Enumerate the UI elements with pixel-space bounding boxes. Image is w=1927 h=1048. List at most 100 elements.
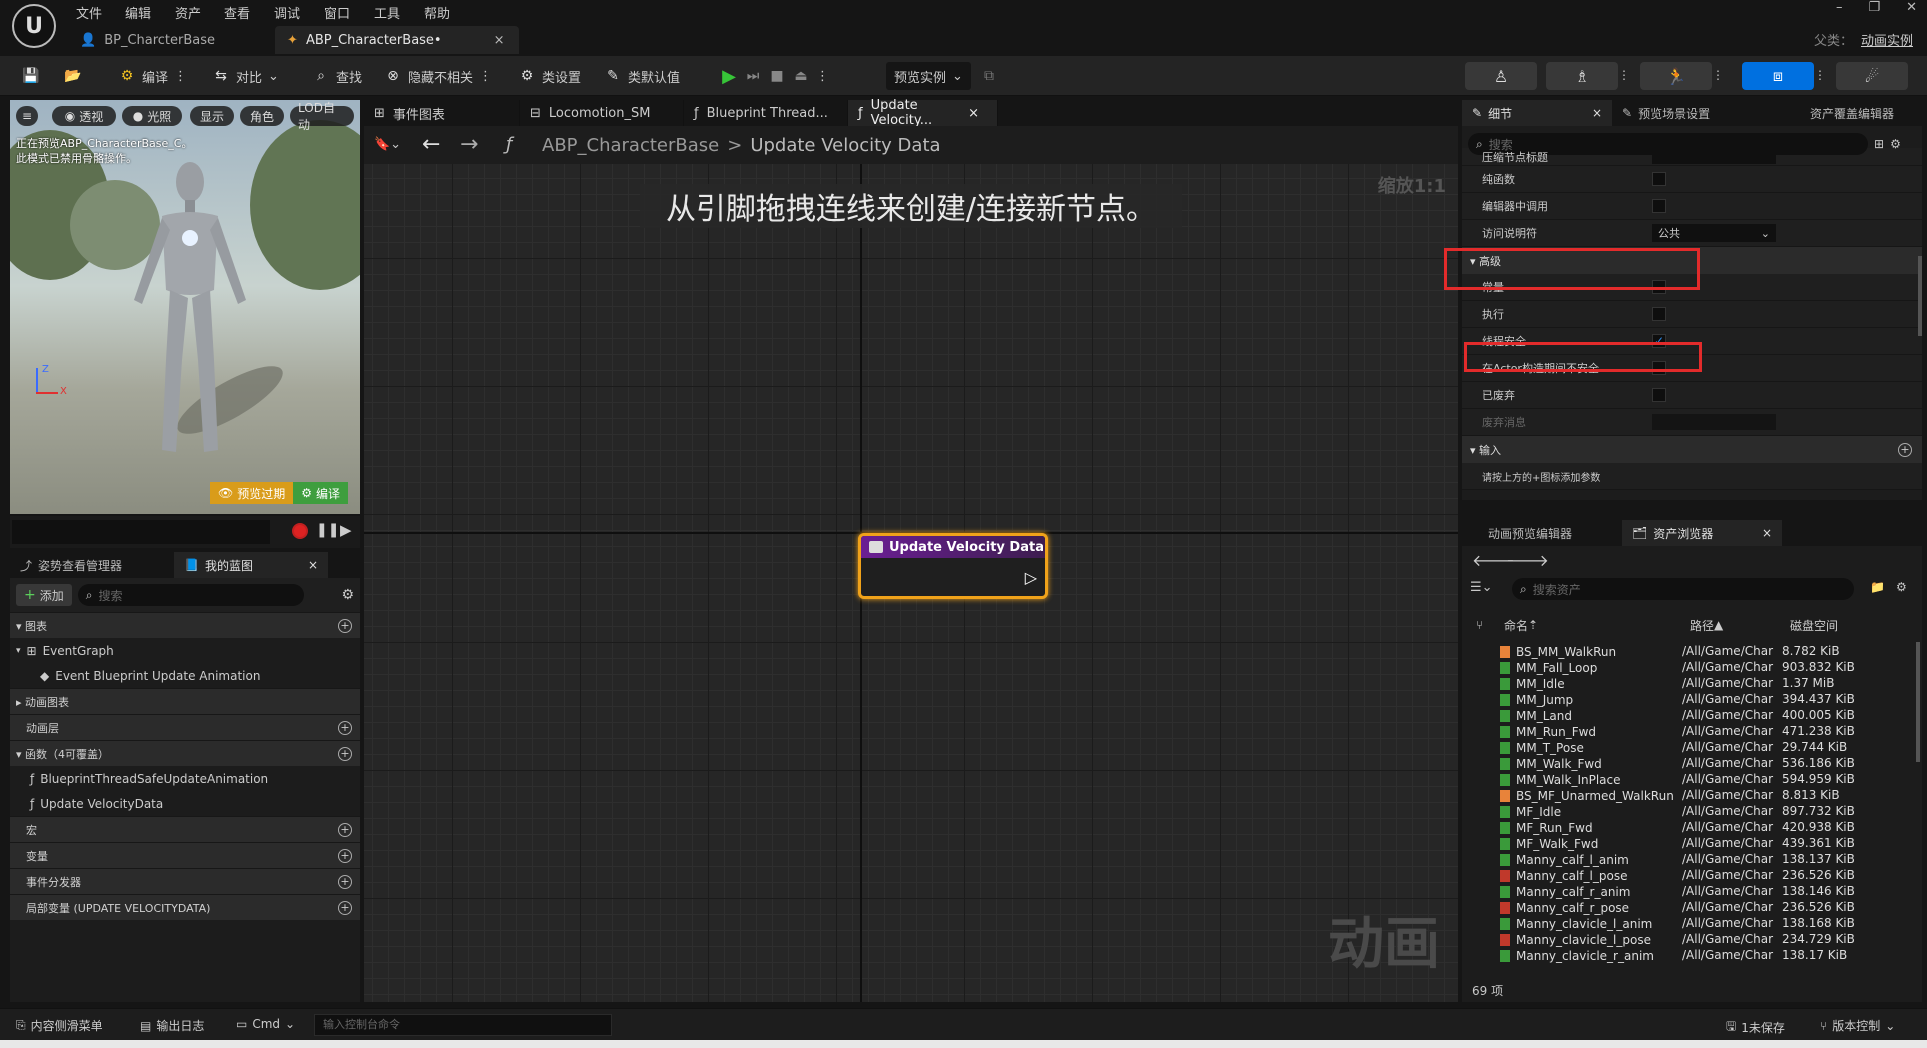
section-anim-graphs[interactable]: ▸ 动画图表 (10, 688, 360, 714)
menu-asset[interactable]: 资产 (175, 3, 201, 22)
close-tab-icon[interactable]: × (968, 106, 979, 121)
tree-item-eventgraph[interactable]: ▾ ⊞ EventGraph (10, 638, 360, 663)
add-input-icon[interactable]: + (1898, 442, 1912, 457)
doc-tab-abp-characterbase[interactable]: ✦ ABP_CharacterBase• × (275, 26, 519, 54)
section-macros[interactable]: 宏 + (10, 816, 360, 842)
mode-animation-button[interactable]: 🏃 (1640, 62, 1712, 90)
forward-arrow-icon[interactable]: → (460, 132, 478, 157)
more-icon[interactable]: ⋮ (1712, 68, 1724, 82)
close-tab-icon[interactable]: × (1592, 106, 1602, 120)
column-header-path[interactable]: 路径 ▲ (1690, 614, 1723, 636)
viewport-menu-button[interactable]: ≡ (16, 106, 38, 126)
function-entry-node[interactable]: Update Velocity Data ▷ (858, 533, 1048, 599)
exec-pin-icon[interactable]: ▷ (1025, 568, 1037, 587)
asset-row[interactable]: BS_MF_Unarmed_WalkRun/All/Game/Char 8.813… (1500, 788, 1882, 804)
tab-locomotion-sm[interactable]: ⊟ Locomotion_SM (520, 100, 684, 126)
menu-help[interactable]: 帮助 (424, 3, 450, 22)
add-dispatcher-icon[interactable]: + (338, 874, 352, 889)
pure-checkbox[interactable] (1652, 172, 1666, 186)
pause-icon[interactable]: ❚❚ (316, 522, 339, 538)
section-local-variables[interactable]: 局部变量 (UPDATE VELOCITYDATA) + (10, 894, 360, 920)
restore-button[interactable]: ❐ (1868, 0, 1880, 15)
deprecated-checkbox[interactable] (1652, 388, 1666, 402)
asset-row[interactable]: MF_Walk_Fwd/All/Game/Char 439.361 KiB (1500, 836, 1882, 852)
section-event-dispatchers[interactable]: 事件分发器 + (10, 868, 360, 894)
gear-icon[interactable]: ⚙ (1896, 580, 1907, 594)
section-variables[interactable]: 变量 + (10, 842, 360, 868)
preview-instance-dropdown[interactable]: 预览实例 ⌄ (886, 62, 971, 90)
asset-row[interactable]: Manny_calf_l_anim/All/Game/Char 138.137 K… (1500, 852, 1882, 868)
menu-tools[interactable]: 工具 (374, 3, 400, 22)
asset-row[interactable]: MM_Walk_InPlace/All/Game/Char 594.959 KiB (1500, 772, 1882, 788)
debug-filter-button[interactable]: ⧉ (980, 64, 998, 88)
parent-class-link[interactable]: 动画实例 (1861, 34, 1913, 49)
add-graph-icon[interactable]: + (338, 618, 352, 633)
deprecation-message-input[interactable] (1652, 414, 1776, 430)
tab-asset-browser[interactable]: 🗂 资产浏览器 × (1622, 520, 1782, 546)
asset-row[interactable]: MM_Land/All/Game/Char 400.005 KiB (1500, 708, 1882, 724)
record-icon[interactable] (292, 523, 308, 539)
tab-preview-scene-settings[interactable]: ✎ 预览场景设置 (1612, 100, 1772, 126)
asset-row[interactable]: MM_Idle/All/Game/Char 1.37 MiB (1500, 676, 1882, 692)
graph-canvas[interactable]: 缩放1:1 从引脚拖拽连线来创建/连接新节点。 Update Velocity … (364, 164, 1458, 1002)
asset-row[interactable]: MF_Run_Fwd/All/Game/Char 420.938 KiB (1500, 820, 1882, 836)
forward-arrow-icon[interactable]: 🡒 (1506, 550, 1549, 570)
close-window-button[interactable]: ✕ (1906, 0, 1917, 15)
close-tab-icon[interactable]: × (494, 33, 505, 48)
tree-item-event-bp-update[interactable]: ◆ Event Blueprint Update Animation (10, 663, 360, 688)
timeline-scrubber[interactable] (12, 520, 270, 544)
folder-icon[interactable]: 📁 (1870, 580, 1885, 594)
tree-item-function-threadsafe[interactable]: ƒ BlueprintThreadSafeUpdateAnimation (10, 766, 360, 791)
exec-checkbox[interactable] (1652, 307, 1666, 321)
lighting-button[interactable]: ● 光照 (122, 106, 182, 126)
output-log-button[interactable]: ▤ 输出日志 (140, 1017, 204, 1034)
play-icon[interactable]: ▶ (720, 66, 738, 87)
tab-details[interactable]: ✎ 细节 × (1462, 100, 1612, 126)
add-layer-icon[interactable]: + (338, 720, 352, 735)
cmd-dropdown[interactable]: ▭ Cmd ⌄ (236, 1017, 295, 1031)
minimize-button[interactable]: – (1836, 0, 1843, 15)
compile-button[interactable]: ⚙ 编译 ⋮ (118, 64, 187, 88)
section-functions[interactable]: ▾ 函数（4可覆盖） + (10, 740, 360, 766)
doc-tab-bp-characterbase[interactable]: 👤 BP_CharcterBase (68, 26, 229, 54)
browse-button[interactable]: 📂 (64, 64, 82, 88)
mode-mesh-button[interactable]: ♗ (1546, 62, 1618, 90)
unreal-logo-icon[interactable]: U (12, 4, 56, 48)
column-header-disk-size[interactable]: 磁盘空间 (1790, 614, 1838, 636)
mode-blueprint-button[interactable]: ⧈ (1742, 62, 1814, 90)
asset-row[interactable]: MM_Run_Fwd/All/Game/Char 471.238 KiB (1500, 724, 1882, 740)
asset-row[interactable]: Manny_calf_r_anim/All/Game/Char 138.146 K… (1500, 884, 1882, 900)
details-scrollbar[interactable] (1918, 256, 1922, 336)
asset-row[interactable]: MM_T_Pose/All/Game/Char 29.744 KiB (1500, 740, 1882, 756)
add-function-icon[interactable]: + (338, 746, 352, 761)
filter-icon[interactable]: ☰⌄ (1470, 580, 1493, 595)
add-button[interactable]: + 添加 (16, 584, 72, 606)
tab-asset-override-editor[interactable]: 资产覆盖编辑器 (1772, 100, 1922, 126)
console-command-input[interactable]: 输入控制台命令 (314, 1014, 612, 1036)
close-tab-icon[interactable]: × (308, 558, 318, 572)
breadcrumb-root[interactable]: ABP_CharacterBase (542, 135, 719, 156)
back-arrow-icon[interactable]: ← (422, 132, 440, 157)
gear-icon[interactable]: ⚙ (1890, 137, 1901, 151)
asset-row[interactable]: Manny_clavicle_l_pose/All/Game/Char 234.7… (1500, 932, 1882, 948)
menu-window[interactable]: 窗口 (324, 3, 350, 22)
more-icon[interactable]: ⋮ (1814, 68, 1826, 82)
mode-skeleton-button[interactable]: ♙ (1465, 62, 1537, 90)
diff-button[interactable]: ⇆ 对比 ⌄ (212, 64, 279, 88)
table-view-icon[interactable]: ⊞ (1874, 137, 1884, 151)
blueprint-search-input[interactable]: ⌕ 搜索 (77, 584, 304, 606)
section-anim-layers[interactable]: 动画层 + (10, 714, 360, 740)
more-icon[interactable]: ⋮ (1618, 68, 1630, 82)
compact-title-input[interactable] (1652, 149, 1776, 164)
menu-edit[interactable]: 编辑 (125, 3, 151, 22)
call-in-editor-checkbox[interactable] (1652, 199, 1666, 213)
character-button[interactable]: 角色 (240, 106, 284, 126)
asset-row[interactable]: MM_Fall_Loop/All/Game/Char 903.832 KiB (1500, 660, 1882, 676)
more-icon[interactable]: ⋮ (816, 69, 829, 84)
class-defaults-button[interactable]: ✎ 类默认值 (604, 64, 680, 88)
eject-icon[interactable]: ⏏ (792, 67, 810, 85)
more-icon[interactable]: ⋮ (479, 69, 492, 84)
save-button[interactable]: 💾 (22, 64, 40, 88)
show-button[interactable]: 显示 (190, 106, 234, 126)
more-icon[interactable]: ⋮ (174, 69, 187, 84)
